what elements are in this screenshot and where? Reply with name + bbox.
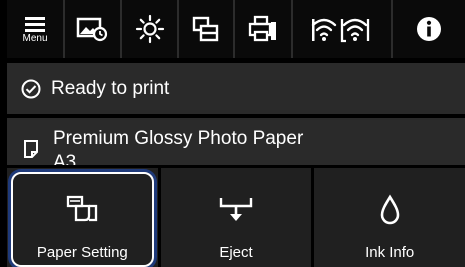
menu-caption: Menu <box>22 32 48 44</box>
focus-outline <box>11 172 154 267</box>
printer-settings-button[interactable] <box>235 0 293 58</box>
wifi-button[interactable] <box>293 0 393 58</box>
paper-text: Premium Glossy Photo Paper A3 <box>53 127 303 166</box>
eject-label: Eject <box>219 244 253 261</box>
ink-drop-icon <box>380 194 399 225</box>
copy-icon <box>192 16 219 42</box>
info-icon <box>417 17 441 41</box>
brightness-button[interactable] <box>122 0 179 58</box>
status-text: Ready to print <box>51 77 170 99</box>
eject-button[interactable]: Eject <box>160 168 312 267</box>
status-row[interactable]: Ready to print <box>7 63 465 114</box>
eject-icon <box>219 198 253 221</box>
action-bar: Paper Setting Eject Ink Info <box>7 168 465 267</box>
wifi-icon <box>311 18 370 43</box>
printer-settings-icon <box>248 15 276 42</box>
info-button[interactable] <box>393 0 465 58</box>
ink-info-label: Ink Info <box>365 244 415 261</box>
paper-size: A3 <box>53 151 77 166</box>
ink-info-button[interactable]: Ink Info <box>314 168 465 267</box>
copy-button[interactable] <box>179 0 235 58</box>
top-toolbar: Menu <box>7 0 465 58</box>
printer-control-panel: Menu Ready to print Premium Glossy Photo… <box>7 0 465 267</box>
image-settings-button[interactable] <box>65 0 122 58</box>
paper-sheet-icon <box>24 139 38 158</box>
brightness-icon <box>135 14 164 44</box>
check-circle-icon <box>21 79 41 98</box>
menu-icon <box>24 16 45 32</box>
menu-button[interactable]: Menu <box>7 0 65 58</box>
paper-type: Premium Glossy Photo Paper <box>53 127 304 149</box>
image-settings-icon <box>76 17 107 42</box>
paper-setting-button[interactable]: Paper Setting <box>7 168 158 267</box>
paper-info-row[interactable]: Premium Glossy Photo Paper A3 <box>7 118 465 165</box>
